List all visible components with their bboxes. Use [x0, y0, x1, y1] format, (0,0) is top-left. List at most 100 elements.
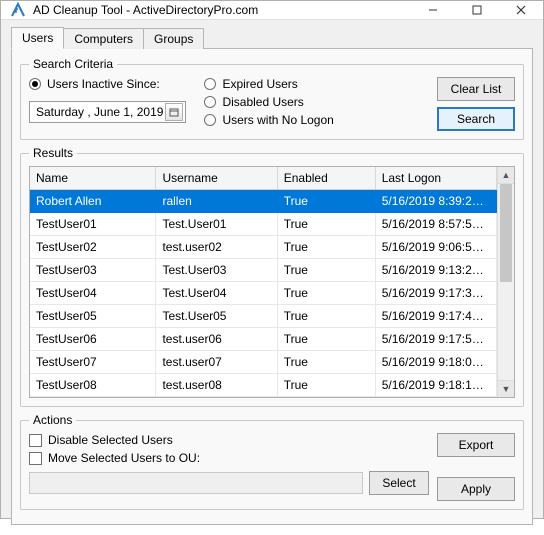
search-button[interactable]: Search — [437, 107, 515, 131]
checkbox-icon — [29, 434, 42, 447]
cell-enabled: True — [277, 282, 375, 305]
checkbox-icon — [29, 452, 42, 465]
cell-enabled: True — [277, 328, 375, 351]
results-group: Results Name Username Enabled — [20, 146, 524, 407]
cell-enabled: True — [277, 213, 375, 236]
cell-enabled: True — [277, 374, 375, 397]
close-button[interactable] — [499, 1, 543, 19]
radio-expired-label: Expired Users — [222, 77, 297, 91]
cell-username: Test.User04 — [156, 282, 277, 305]
table-row[interactable]: TestUser02test.user02True5/16/2019 9:06:… — [30, 236, 497, 259]
clear-list-button[interactable]: Clear List — [437, 77, 515, 101]
date-picker[interactable]: Saturday , June 1, 2019 — [29, 101, 186, 123]
cell-enabled: True — [277, 305, 375, 328]
app-icon — [9, 1, 27, 19]
cell-name: TestUser06 — [30, 328, 156, 351]
cell-username: Test.User05 — [156, 305, 277, 328]
table-row[interactable]: Robert AllenrallenTrue5/16/2019 8:39:25 … — [30, 190, 497, 213]
cell-name: Robert Allen — [30, 190, 156, 213]
cell-username: Test.User01 — [156, 213, 277, 236]
table-row[interactable]: TestUser07test.user07True5/16/2019 9:18:… — [30, 351, 497, 374]
scroll-down-icon[interactable]: ▼ — [498, 380, 514, 397]
radio-inactive-since[interactable]: Users Inactive Since: — [29, 77, 186, 91]
results-scrollbar[interactable]: ▲ ▼ — [497, 167, 514, 397]
window-title: AD Cleanup Tool - ActiveDirectoryPro.com — [33, 3, 258, 17]
date-value: Saturday , June 1, 2019 — [36, 105, 163, 119]
cell-name: TestUser05 — [30, 305, 156, 328]
radio-icon — [204, 114, 216, 126]
radio-icon — [204, 96, 216, 108]
ou-path-textbox[interactable] — [29, 472, 363, 494]
scroll-thumb[interactable] — [500, 184, 512, 282]
cell-enabled: True — [277, 236, 375, 259]
table-row[interactable]: TestUser05Test.User05True5/16/2019 9:17:… — [30, 305, 497, 328]
cell-enabled: True — [277, 190, 375, 213]
checkbox-disable-users[interactable]: Disable Selected Users — [29, 433, 429, 447]
select-ou-button[interactable]: Select — [369, 471, 429, 495]
col-header-lastlogon[interactable]: Last Logon — [375, 167, 496, 190]
col-header-enabled[interactable]: Enabled — [277, 167, 375, 190]
tab-computers[interactable]: Computers — [63, 28, 144, 49]
cell-name: TestUser08 — [30, 374, 156, 397]
cell-name: TestUser04 — [30, 282, 156, 305]
checkbox-move-label: Move Selected Users to OU: — [48, 451, 200, 465]
cell-lastlogon: 5/16/2019 9:18:09 ... — [375, 351, 496, 374]
maximize-button[interactable] — [455, 1, 499, 19]
col-header-username[interactable]: Username — [156, 167, 277, 190]
table-row[interactable]: TestUser06test.user06True5/16/2019 9:17:… — [30, 328, 497, 351]
col-header-name[interactable]: Name — [30, 167, 156, 190]
results-table[interactable]: Name Username Enabled Last Logon Robert … — [30, 167, 497, 397]
table-row[interactable]: TestUser01Test.User01True5/16/2019 8:57:… — [30, 213, 497, 236]
tab-page-users: Search Criteria Users Inactive Since: Sa… — [11, 48, 533, 525]
actions-legend: Actions — [29, 413, 76, 427]
tab-groups[interactable]: Groups — [143, 28, 204, 49]
cell-enabled: True — [277, 351, 375, 374]
cell-name: TestUser07 — [30, 351, 156, 374]
cell-username: rallen — [156, 190, 277, 213]
table-header-row: Name Username Enabled Last Logon — [30, 167, 497, 190]
apply-button[interactable]: Apply — [437, 477, 515, 501]
checkbox-disable-label: Disable Selected Users — [48, 433, 173, 447]
cell-lastlogon: 5/16/2019 9:17:59 ... — [375, 328, 496, 351]
cell-username: test.user08 — [156, 374, 277, 397]
scroll-track[interactable] — [498, 184, 514, 380]
radio-nologon-label: Users with No Logon — [222, 113, 333, 127]
cell-name: TestUser03 — [30, 259, 156, 282]
cell-username: Test.User03 — [156, 259, 277, 282]
radio-icon — [204, 78, 216, 90]
cell-lastlogon: 5/16/2019 9:17:48 ... — [375, 305, 496, 328]
actions-group: Actions Disable Selected Users Move Sele… — [20, 413, 524, 510]
results-legend: Results — [29, 146, 77, 160]
radio-expired-users[interactable]: Expired Users — [204, 77, 429, 91]
search-criteria-legend: Search Criteria — [29, 57, 117, 71]
tab-users[interactable]: Users — [11, 27, 64, 49]
cell-lastlogon: 5/16/2019 8:57:54 ... — [375, 213, 496, 236]
client-area: Users Computers Groups Search Criteria U… — [1, 20, 543, 535]
minimize-button[interactable] — [411, 1, 455, 19]
cell-username: test.user07 — [156, 351, 277, 374]
cell-lastlogon: 5/16/2019 9:13:27 ... — [375, 259, 496, 282]
calendar-dropdown-icon[interactable] — [165, 103, 183, 121]
cell-lastlogon: 5/16/2019 9:06:58 ... — [375, 236, 496, 259]
cell-enabled: True — [277, 259, 375, 282]
table-row[interactable]: TestUser04Test.User04True5/16/2019 9:17:… — [30, 282, 497, 305]
cell-name: TestUser02 — [30, 236, 156, 259]
radio-no-logon[interactable]: Users with No Logon — [204, 113, 429, 127]
app-window: AD Cleanup Tool - ActiveDirectoryPro.com… — [0, 0, 544, 519]
export-button[interactable]: Export — [437, 433, 515, 457]
checkbox-move-users[interactable]: Move Selected Users to OU: — [29, 451, 429, 465]
results-table-container: Name Username Enabled Last Logon Robert … — [29, 166, 515, 398]
tab-strip: Users Computers Groups — [11, 26, 533, 48]
radio-disabled-users[interactable]: Disabled Users — [204, 95, 429, 109]
cell-username: test.user06 — [156, 328, 277, 351]
radio-disabled-label: Disabled Users — [222, 95, 303, 109]
table-row[interactable]: TestUser03Test.User03True5/16/2019 9:13:… — [30, 259, 497, 282]
search-criteria-group: Search Criteria Users Inactive Since: Sa… — [20, 57, 524, 140]
scroll-up-icon[interactable]: ▲ — [498, 167, 514, 184]
cell-username: test.user02 — [156, 236, 277, 259]
radio-icon — [29, 78, 41, 90]
cell-name: TestUser01 — [30, 213, 156, 236]
cell-lastlogon: 5/16/2019 9:18:18 ... — [375, 374, 496, 397]
cell-lastlogon: 5/16/2019 8:39:25 ... — [375, 190, 496, 213]
table-row[interactable]: TestUser08test.user08True5/16/2019 9:18:… — [30, 374, 497, 397]
